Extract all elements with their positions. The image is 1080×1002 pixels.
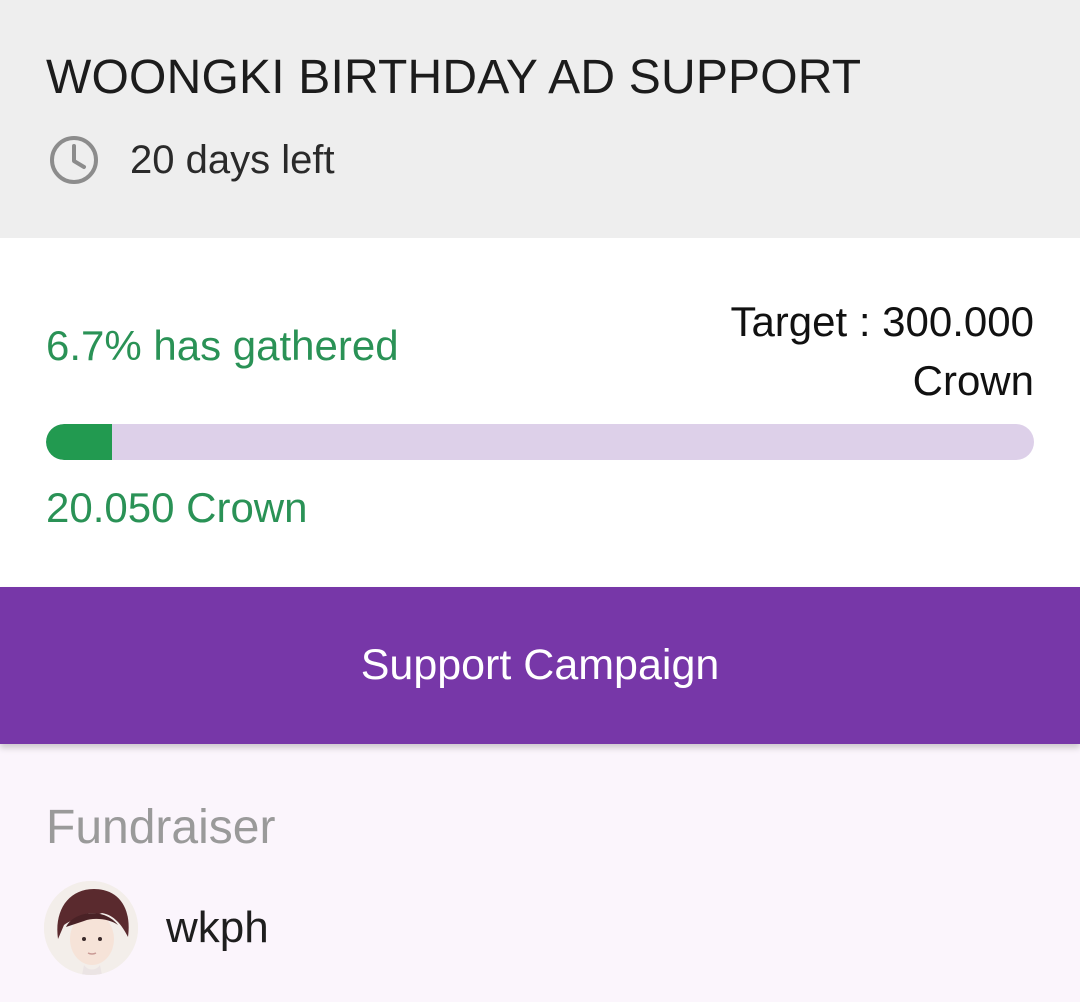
target-amount: Target : 300.000 Crown <box>730 298 1034 404</box>
progress-section: 6.7% has gathered Target : 300.000 Crown… <box>0 238 1080 587</box>
progress-bar-track <box>46 424 1034 460</box>
days-left-row: 20 days left <box>48 134 335 186</box>
clock-icon <box>50 136 98 184</box>
fundraiser-heading: Fundraiser <box>46 801 276 854</box>
support-campaign-button[interactable]: Support Campaign <box>0 587 1080 744</box>
avatar <box>44 881 138 975</box>
fundraiser-row[interactable]: wkph <box>44 881 269 975</box>
fundraiser-name: wkph <box>166 903 269 952</box>
progress-bar-fill <box>46 424 113 460</box>
percent-gathered: 6.7% has gathered <box>46 322 399 369</box>
raised-amount: 20.050 Crown <box>46 484 308 531</box>
campaign-title: WOONGKI BIRTHDAY AD SUPPORT <box>46 51 862 104</box>
campaign-header: WOONGKI BIRTHDAY AD SUPPORT 20 days left <box>0 0 1080 238</box>
days-left-text: 20 days left <box>130 137 335 182</box>
